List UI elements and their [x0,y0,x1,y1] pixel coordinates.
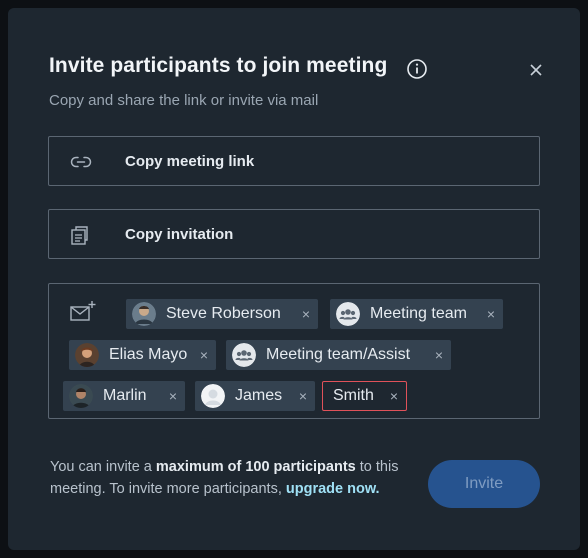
remove-recipient-icon[interactable]: × [390,388,398,404]
recipient-chip[interactable]: James × [195,381,315,411]
link-icon [70,156,92,168]
remove-recipient-icon[interactable]: × [487,306,495,322]
invite-button[interactable]: Invite [428,460,540,508]
copy-invitation-label: Copy invitation [125,226,234,243]
avatar [75,343,99,367]
copy-icon [71,226,88,245]
avatar [201,384,225,408]
remove-recipient-icon[interactable]: × [435,347,443,363]
recipient-chip-invalid[interactable]: Smith × [322,381,407,411]
avatar [69,384,93,408]
email-recipients-field[interactable]: Steve Roberson × Meeting team × Elias Ma… [48,283,540,419]
remove-recipient-icon[interactable]: × [200,347,208,363]
recipient-chip[interactable]: Steve Roberson × [126,299,318,329]
recipient-name: Meeting team [370,305,467,322]
remove-recipient-icon[interactable]: × [302,306,310,322]
group-icon [336,302,360,326]
recipient-name: Smith [333,387,374,404]
close-icon[interactable] [526,60,546,80]
recipient-name: James [235,387,283,404]
remove-recipient-icon[interactable]: × [299,388,307,404]
copy-meeting-link-label: Copy meeting link [125,153,255,170]
recipient-chip[interactable]: Meeting team/Assist × [226,340,451,370]
note-prefix: You can invite a [50,459,156,475]
add-mail-icon [70,301,96,321]
info-icon[interactable] [406,58,428,80]
copy-invitation-button[interactable]: Copy invitation [48,209,540,259]
recipient-chip[interactable]: Elias Mayo × [69,340,216,370]
dialog-subtitle: Copy and share the link or invite via ma… [49,92,319,109]
invite-dialog: Invite participants to join meeting Copy… [8,8,580,550]
avatar [132,302,156,326]
remove-recipient-icon[interactable]: × [169,388,177,404]
note-limit: maximum of 100 participants [155,459,356,475]
participant-limit-note: You can invite a maximum of 100 particip… [50,456,422,500]
group-icon [232,343,256,367]
recipient-name: Steve Roberson [166,305,281,322]
upgrade-link[interactable]: upgrade now. [286,481,380,497]
recipient-chip[interactable]: Meeting team × [330,299,503,329]
copy-meeting-link-button[interactable]: Copy meeting link [48,136,540,186]
recipient-name: Meeting team/Assist [266,346,411,363]
dialog-title: Invite participants to join meeting [49,54,388,77]
recipient-name: Elias Mayo [109,346,188,363]
recipient-chip[interactable]: Marlin × [63,381,185,411]
recipient-name: Marlin [103,387,147,404]
